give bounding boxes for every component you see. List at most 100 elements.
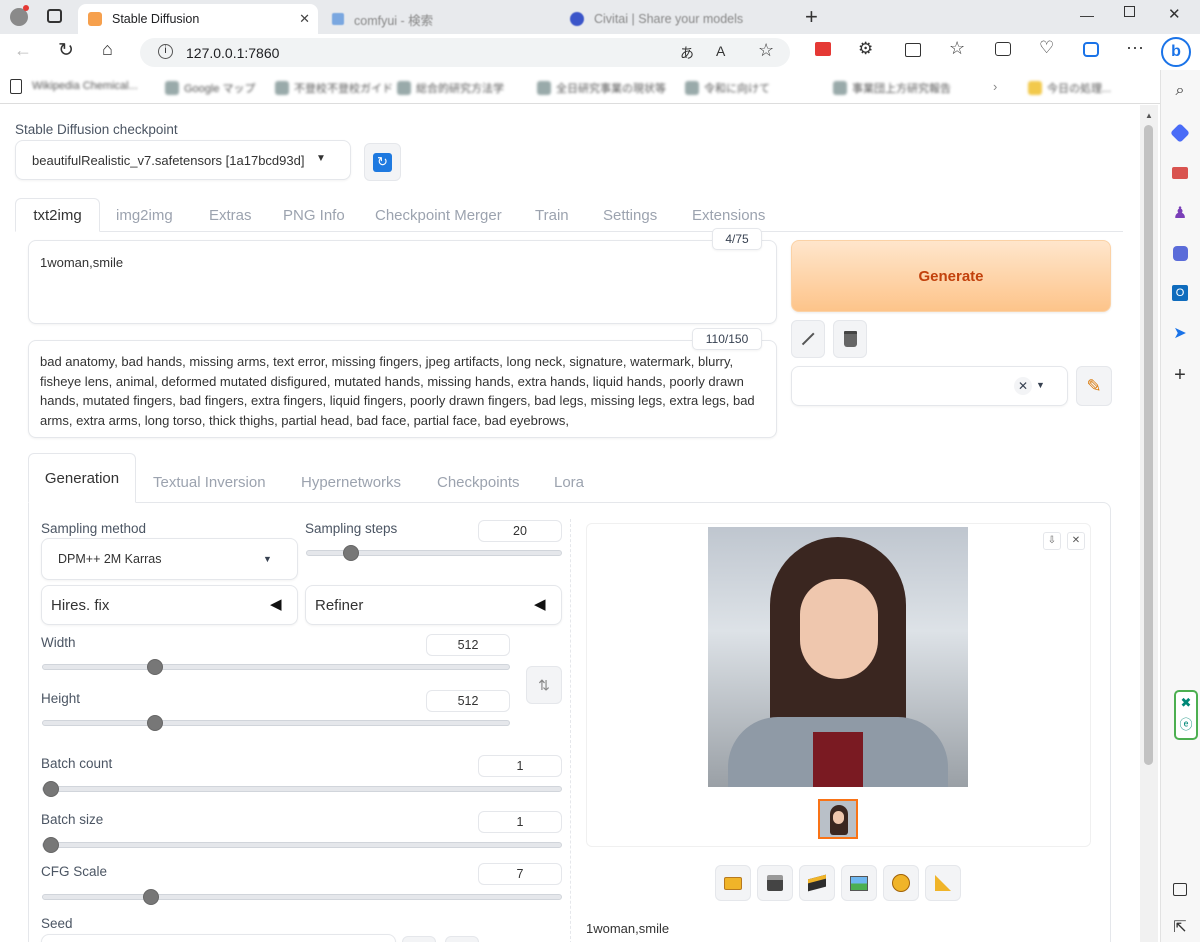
- hires-fix-accordion[interactable]: Hires. fix ◀: [41, 585, 298, 625]
- open-folder-button[interactable]: [715, 865, 751, 901]
- send-to-inpaint-button[interactable]: [883, 865, 919, 901]
- tab-png-info[interactable]: PNG Info: [283, 207, 345, 224]
- width-input[interactable]: 512: [426, 634, 510, 656]
- split-screen-icon[interactable]: [905, 43, 921, 57]
- tab-img2img[interactable]: img2img: [116, 207, 173, 224]
- bookmark-item[interactable]: 全日研究事業の現状等: [537, 80, 666, 96]
- tab-hypernetworks[interactable]: Hypernetworks: [301, 474, 401, 491]
- info-icon[interactable]: i: [158, 44, 173, 59]
- send-to-extras-button[interactable]: [925, 865, 961, 901]
- read-aloud-icon[interactable]: A: [716, 43, 725, 59]
- bookmark-item[interactable]: Google マップ: [165, 80, 256, 96]
- close-tab-icon[interactable]: ✕: [299, 11, 310, 27]
- tab-settings[interactable]: Settings: [603, 207, 657, 224]
- bookmark-item[interactable]: Wikipedia Chemical...: [32, 80, 138, 92]
- batch-size-slider[interactable]: [42, 837, 562, 853]
- tab-extensions[interactable]: Extensions: [692, 207, 765, 224]
- tab-actions-icon[interactable]: [47, 9, 62, 23]
- extension-widget[interactable]: ✖ ⓔ: [1174, 690, 1198, 740]
- collections-icon[interactable]: [995, 42, 1011, 56]
- refresh-checkpoint-button[interactable]: ↻: [364, 143, 401, 181]
- generated-image[interactable]: [708, 527, 968, 787]
- outlook-icon[interactable]: O: [1169, 282, 1191, 304]
- refiner-accordion[interactable]: Refiner ◀: [305, 585, 562, 625]
- tab-checkpoints[interactable]: Checkpoints: [437, 474, 520, 491]
- tab-train[interactable]: Train: [535, 207, 569, 224]
- height-input[interactable]: 512: [426, 690, 510, 712]
- slider-handle[interactable]: [43, 837, 59, 853]
- swap-dimensions-button[interactable]: ⇅: [526, 666, 562, 704]
- batch-count-input[interactable]: 1: [478, 755, 562, 777]
- scrollbar-thumb[interactable]: [1144, 125, 1153, 765]
- generate-button[interactable]: Generate: [791, 240, 1111, 312]
- negative-prompt-textarea[interactable]: bad anatomy, bad hands, missing arms, te…: [28, 340, 777, 438]
- tab-checkpoint-merger[interactable]: Checkpoint Merger: [375, 207, 502, 224]
- browser-tab[interactable]: comfyui - 検索: [322, 4, 552, 34]
- close-image-button[interactable]: ✕: [1067, 532, 1085, 550]
- reload-icon[interactable]: ↻: [58, 39, 74, 62]
- random-seed-button[interactable]: [402, 936, 436, 942]
- window-close-button[interactable]: ✕: [1168, 5, 1181, 23]
- minimize-button[interactable]: —: [1080, 7, 1094, 23]
- send-to-img2img-button[interactable]: [841, 865, 877, 901]
- back-icon[interactable]: ←: [14, 40, 32, 61]
- read-params-button[interactable]: [791, 320, 825, 358]
- favorite-star-icon[interactable]: ☆: [758, 40, 774, 61]
- batch-size-input[interactable]: 1: [478, 811, 562, 833]
- add-sidebar-app-icon[interactable]: +: [1169, 364, 1191, 386]
- new-tab-button[interactable]: +: [805, 4, 818, 30]
- tools-icon[interactable]: [1169, 162, 1191, 184]
- save-button[interactable]: [757, 865, 793, 901]
- maximize-button[interactable]: [1124, 6, 1135, 17]
- extensions-icon[interactable]: ⚙: [858, 39, 873, 59]
- gallery-thumbnail[interactable]: [818, 799, 858, 839]
- cfg-scale-input[interactable]: 7: [478, 863, 562, 885]
- zip-button[interactable]: [799, 865, 835, 901]
- slider-handle[interactable]: [146, 659, 163, 675]
- microsoft365-icon[interactable]: [1169, 242, 1191, 264]
- scroll-up-arrow-icon[interactable]: ▲: [1145, 111, 1153, 120]
- slider-handle[interactable]: [43, 781, 59, 797]
- bookmark-item[interactable]: 総合的研究方法学: [397, 80, 504, 96]
- home-icon[interactable]: ⌂: [102, 39, 113, 60]
- checkpoint-dropdown[interactable]: beautifulRealistic_v7.safetensors [1a17b…: [15, 140, 351, 180]
- slider-handle[interactable]: [146, 715, 163, 731]
- bookmark-item[interactable]: 令和に向けて: [685, 80, 770, 96]
- shopping-tag-icon[interactable]: [1169, 122, 1191, 144]
- tab-lora[interactable]: Lora: [554, 474, 584, 491]
- copilot-icon[interactable]: b: [1161, 37, 1191, 67]
- prompt-textarea[interactable]: 1woman,smile: [28, 240, 777, 324]
- download-image-button[interactable]: ⇩: [1043, 532, 1061, 550]
- clear-prompt-button[interactable]: [833, 320, 867, 358]
- more-menu-icon[interactable]: ···: [1126, 37, 1144, 58]
- tab-generation[interactable]: Generation: [28, 453, 136, 503]
- cfg-scale-slider[interactable]: [42, 889, 562, 905]
- browser-essentials-icon[interactable]: ♡: [1039, 38, 1054, 58]
- translate-icon[interactable]: あ: [680, 43, 694, 63]
- bookmark-item[interactable]: 不登校不登校ガイド: [275, 80, 393, 96]
- page-scrollbar[interactable]: ▲: [1140, 105, 1158, 942]
- address-bar[interactable]: i 127.0.0.1:7860 あ A ☆: [140, 38, 790, 67]
- edit-styles-button[interactable]: ✎: [1076, 366, 1112, 406]
- seed-input[interactable]: [41, 934, 396, 942]
- sampling-steps-slider[interactable]: [306, 545, 562, 561]
- bookmarks-overflow-icon[interactable]: ›: [993, 79, 997, 94]
- tab-extras[interactable]: Extras: [209, 207, 252, 224]
- favorites-icon[interactable]: ☆: [949, 38, 965, 59]
- browser-tab-active[interactable]: Stable Diffusion ✕: [78, 4, 318, 34]
- tab-txt2img[interactable]: txt2img: [15, 198, 100, 232]
- drop-icon[interactable]: ➤: [1169, 322, 1191, 344]
- bookmark-item[interactable]: 事業団上方研究報告: [833, 80, 951, 96]
- slider-handle[interactable]: [342, 545, 359, 561]
- edge-drop-icon[interactable]: [1083, 42, 1099, 57]
- games-icon[interactable]: ♟: [1169, 202, 1191, 224]
- reuse-seed-button[interactable]: [445, 936, 479, 942]
- open-external-icon[interactable]: ⇱: [1169, 916, 1191, 938]
- height-slider[interactable]: [42, 715, 510, 731]
- browser-tab[interactable]: Civitai | Share your models: [560, 4, 800, 34]
- batch-count-slider[interactable]: [42, 781, 562, 797]
- shopping-icon[interactable]: [815, 42, 831, 56]
- bookmark-folder[interactable]: 今日の処理...: [1028, 80, 1111, 96]
- styles-dropdown[interactable]: ✕ ▼: [791, 366, 1068, 406]
- sampling-steps-input[interactable]: 20: [478, 520, 562, 542]
